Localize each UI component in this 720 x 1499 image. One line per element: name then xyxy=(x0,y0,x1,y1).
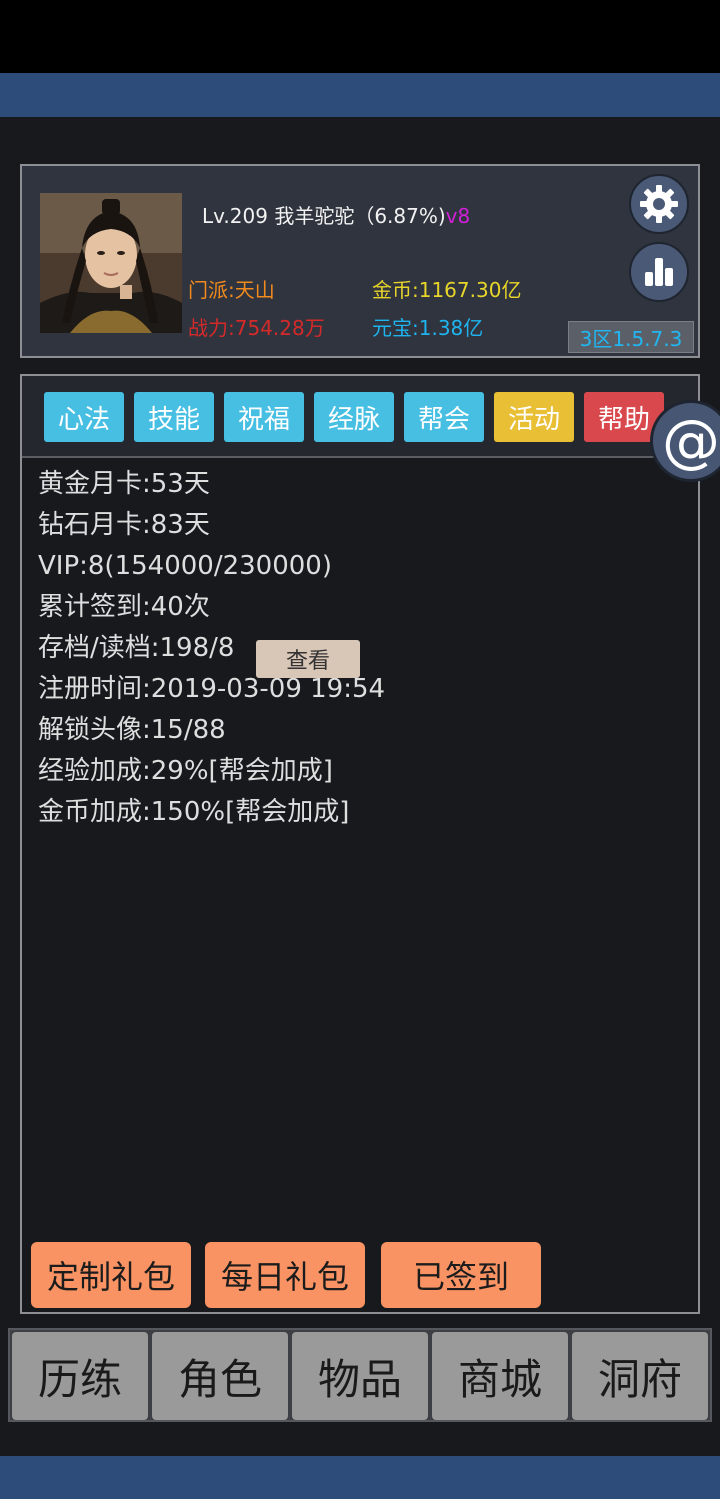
main-panel: 心法 技能 祝福 经脉 帮会 活动 帮助 黄金月卡:53天 钻石月卡:83天 V… xyxy=(20,374,700,1314)
custom-gift-button[interactable]: 定制礼包 xyxy=(31,1242,191,1308)
diamond-month-card: 钻石月卡:83天 xyxy=(38,510,210,540)
power-label: 战力:754.28万 xyxy=(188,316,325,340)
daily-gift-button[interactable]: 每日礼包 xyxy=(205,1242,365,1308)
nav-cave[interactable]: 洞府 xyxy=(572,1332,708,1420)
bottom-nav: 历练 角色 物品 商城 洞府 xyxy=(8,1328,712,1422)
tab-xinfa[interactable]: 心法 xyxy=(44,392,124,442)
vip-tag: v8 xyxy=(445,204,471,228)
gear-icon xyxy=(640,185,678,223)
view-avatars-button[interactable]: 查看 xyxy=(256,640,360,678)
level-line: Lv.209 我羊驼驼（6.87%)v8 xyxy=(202,200,470,229)
tab-guild[interactable]: 帮会 xyxy=(404,392,484,442)
nav-character[interactable]: 角色 xyxy=(152,1332,288,1420)
settings-button[interactable] xyxy=(629,174,689,234)
level-name: Lv.209 我羊驼驼（6.87%) xyxy=(202,204,446,228)
nav-training[interactable]: 历练 xyxy=(12,1332,148,1420)
vip-progress: VIP:8(154000/230000) xyxy=(38,551,332,581)
tab-blessing[interactable]: 祝福 xyxy=(224,392,304,442)
tab-events[interactable]: 活动 xyxy=(494,392,574,442)
tab-meridian[interactable]: 经脉 xyxy=(314,392,394,442)
avatar-portrait xyxy=(40,193,182,333)
server-version-badge: 3区1.5.7.3 xyxy=(568,321,694,353)
nav-items[interactable]: 物品 xyxy=(292,1332,428,1420)
gold-label: 金币:1167.30亿 xyxy=(372,278,522,302)
nav-shop[interactable]: 商城 xyxy=(432,1332,568,1420)
sect-label: 门派:天山 xyxy=(188,278,275,302)
profile-panel: Lv.209 我羊驼驼（6.87%)v8 门派:天山 战力:754.28万 金币… xyxy=(20,164,700,358)
bottom-bar xyxy=(0,1456,720,1499)
stats-button[interactable] xyxy=(629,242,689,302)
gold-bonus: 金币加成:150%[帮会加成] xyxy=(38,797,350,827)
tab-bar: 心法 技能 祝福 经脉 帮会 活动 帮助 xyxy=(22,376,698,458)
sign-in-count: 累计签到:40次 xyxy=(38,592,210,622)
signed-in-button[interactable]: 已签到 xyxy=(381,1242,541,1308)
yuanbao-label: 元宝:1.38亿 xyxy=(372,316,484,340)
exp-bonus: 经验加成:29%[帮会加成] xyxy=(38,756,333,786)
avatar[interactable] xyxy=(40,193,182,333)
status-bar xyxy=(0,0,720,73)
tab-skills[interactable]: 技能 xyxy=(134,392,214,442)
unlocked-avatars: 解锁头像:15/88 xyxy=(38,715,226,745)
title-bar xyxy=(0,73,720,117)
gold-month-card: 黄金月卡:53天 xyxy=(38,469,210,499)
bar-chart-icon xyxy=(645,258,673,286)
